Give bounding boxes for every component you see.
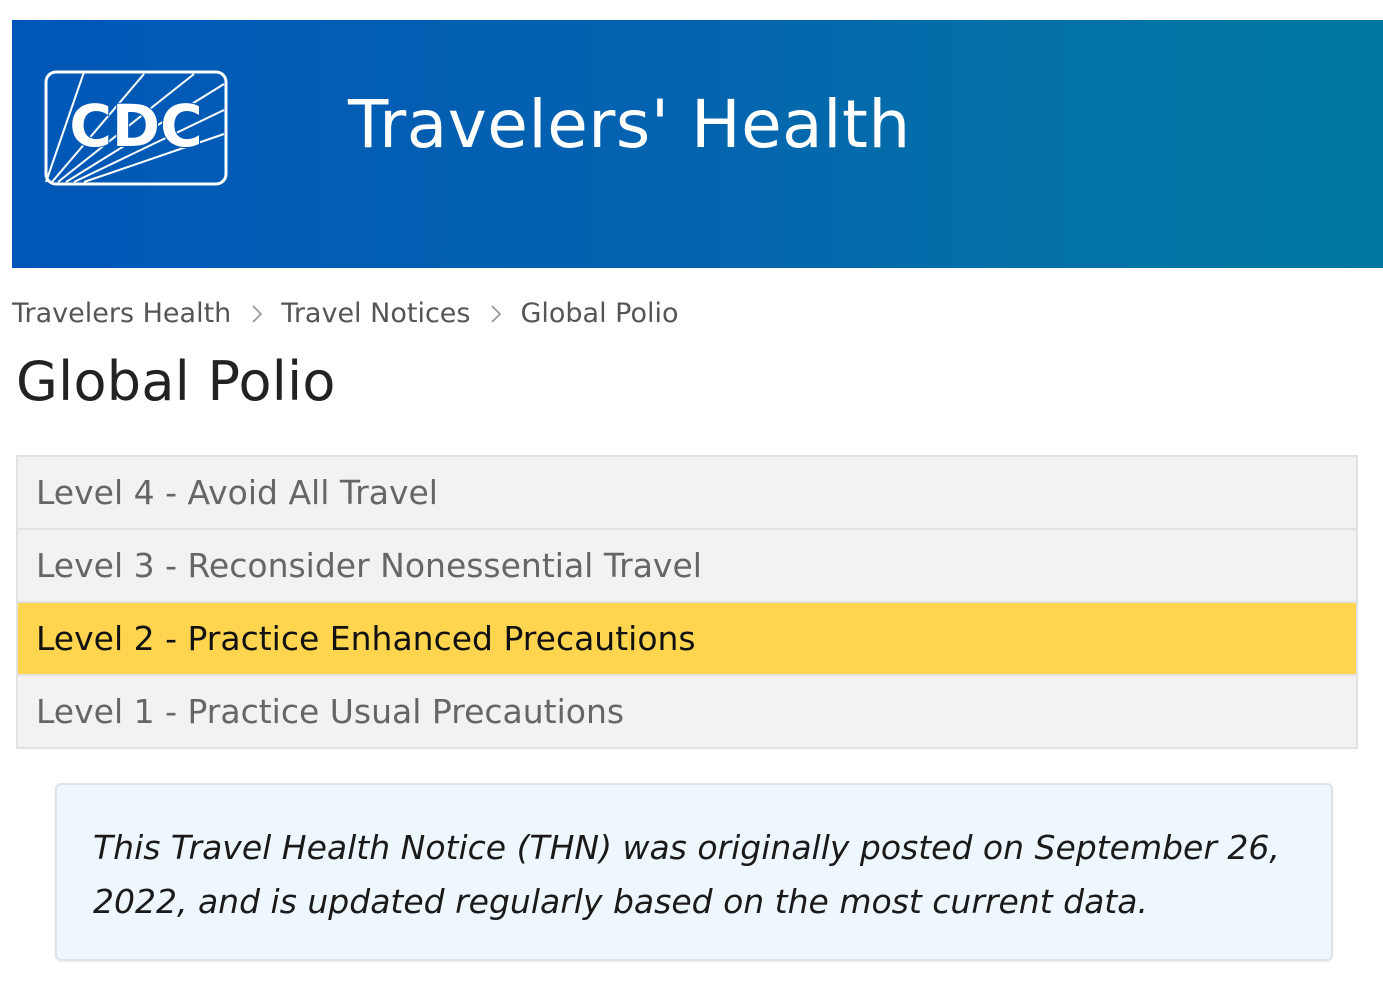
site-title[interactable]: Travelers' Health (348, 86, 911, 163)
level-2-item: Level 2 - Practice Enhanced Precautions (18, 603, 1356, 676)
page: CDC Travelers' Health Travelers Health T… (0, 0, 1383, 1004)
breadcrumb-travel-notices[interactable]: Travel Notices (281, 298, 470, 329)
level-3-item: Level 3 - Reconsider Nonessential Travel (18, 530, 1356, 603)
header-banner: CDC Travelers' Health (12, 20, 1383, 268)
notice-text: This Travel Health Notice (THN) was orig… (93, 828, 1280, 921)
level-4-item: Level 4 - Avoid All Travel (18, 457, 1356, 530)
level-1-item: Level 1 - Practice Usual Precautions (18, 676, 1356, 747)
chevron-right-icon (491, 304, 502, 323)
page-title: Global Polio (16, 350, 336, 413)
cdc-logo[interactable]: CDC (44, 70, 228, 186)
breadcrumb-travelers-health[interactable]: Travelers Health (12, 298, 231, 329)
breadcrumb-global-polio: Global Polio (520, 298, 679, 329)
notice-box: This Travel Health Notice (THN) was orig… (55, 783, 1333, 961)
travel-level-list: Level 4 - Avoid All Travel Level 3 - Rec… (16, 455, 1358, 749)
logo-text: CDC (69, 92, 202, 160)
breadcrumb: Travelers Health Travel Notices Global P… (12, 298, 679, 329)
chevron-right-icon (252, 304, 263, 323)
